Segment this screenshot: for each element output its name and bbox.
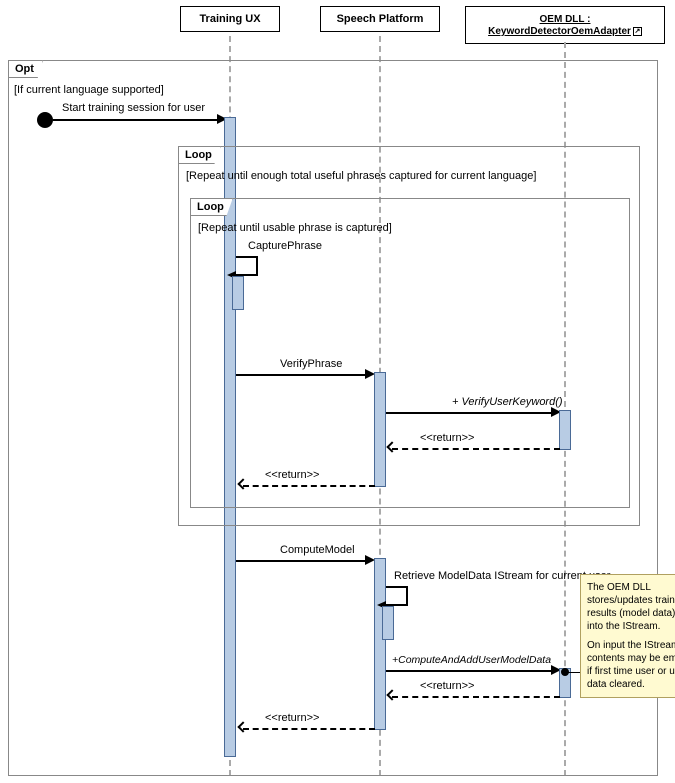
msg-return3-label: <<return>> — [420, 680, 474, 692]
msg-return4-label: <<return>> — [265, 712, 319, 724]
activation-capture-phrase — [232, 276, 244, 310]
frame-loop-inner-tab: Loop — [190, 198, 233, 216]
msg-verify-user-keyword-label: + VerifyUserKeyword() — [452, 396, 563, 408]
guard-loop-inner: [Repeat until usable phrase is captured] — [198, 222, 392, 234]
note-anchor-dot — [561, 668, 569, 676]
participant-training-ux: Training UX — [180, 6, 280, 32]
external-link-icon: ↗ — [633, 27, 642, 36]
participant-oem-dll-top: OEM DLL : — [540, 14, 591, 25]
frame-loop-outer-tab: Loop — [178, 146, 221, 164]
frame-opt-tab: Opt — [8, 60, 43, 78]
activation-retrieve-model-data — [382, 606, 394, 640]
msg-compute-add-label: +ComputeAndAddUserModelData — [392, 654, 551, 666]
participant-oem-dll: OEM DLL : KeywordDetectorOemAdapter↗ — [465, 6, 665, 44]
msg-verify-user-keyword-line — [386, 412, 556, 414]
msg-return1-line — [392, 448, 560, 450]
msg-start-training-line — [53, 119, 222, 121]
guard-opt: [If current language supported] — [14, 84, 164, 96]
participant-oem-dll-bottom: KeywordDetectorOemAdapter — [488, 26, 631, 37]
activation-compute-model — [374, 558, 386, 730]
msg-verify-phrase-line — [236, 374, 370, 376]
guard-loop-outer: [Repeat until enough total useful phrase… — [186, 170, 536, 182]
activation-verify-user-keyword — [559, 410, 571, 450]
msg-capture-phrase-self — [236, 256, 258, 276]
msg-compute-model-line — [236, 560, 370, 562]
note-p2: On input the IStream contents may be emp… — [587, 639, 675, 691]
note-oem-dll: The OEM DLL stores/updates training resu… — [580, 574, 675, 698]
participant-speech-platform: Speech Platform — [320, 6, 440, 32]
msg-return3-line — [392, 696, 560, 698]
msg-capture-phrase-label: CapturePhrase — [248, 240, 322, 252]
msg-start-training-label: Start training session for user — [62, 102, 205, 114]
msg-return1-label: <<return>> — [420, 432, 474, 444]
note-p1: The OEM DLL stores/updates training resu… — [587, 581, 675, 633]
msg-verify-phrase-label: VerifyPhrase — [280, 358, 342, 370]
msg-return2-label: <<return>> — [265, 469, 319, 481]
msg-retrieve-model-data-label: Retrieve ModelData IStream for current u… — [394, 570, 610, 582]
start-node — [37, 112, 53, 128]
msg-compute-model-label: ComputeModel — [280, 544, 355, 556]
activation-verify-phrase — [374, 372, 386, 487]
msg-return2-line — [243, 485, 375, 487]
msg-return4-line — [243, 728, 375, 730]
msg-compute-add-line — [386, 670, 556, 672]
msg-retrieve-model-data-self — [386, 586, 408, 606]
